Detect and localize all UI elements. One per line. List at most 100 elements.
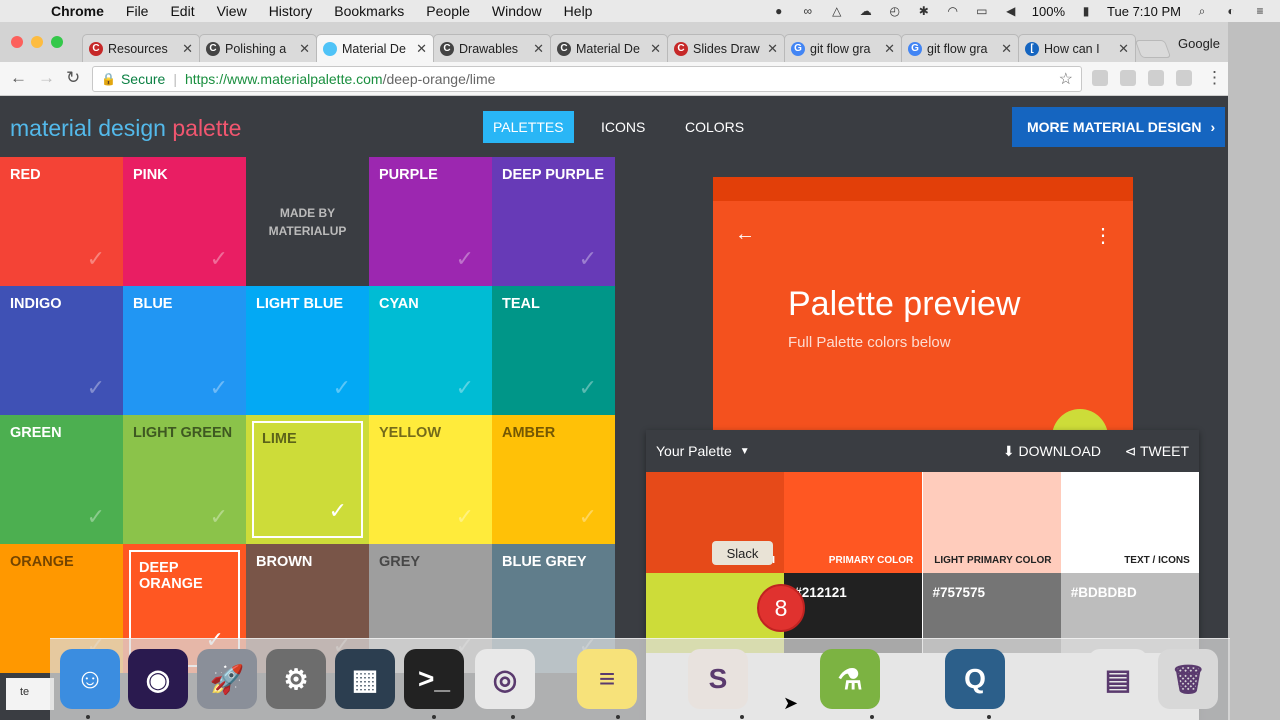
dock-terminal-icon[interactable]: >_ <box>404 649 464 709</box>
nav-palettes[interactable]: PALETTES <box>483 111 574 143</box>
chrome-menu-icon[interactable]: ⋮ <box>1206 68 1223 88</box>
dock-mission-control-icon[interactable]: ▦ <box>335 649 395 709</box>
menu-edit[interactable]: Edit <box>159 3 205 19</box>
bookmark-star-icon[interactable]: ☆ <box>1059 69 1073 89</box>
browser-tab[interactable]: C Drawables ✕ <box>433 34 551 62</box>
site-logo[interactable]: material design palette <box>10 115 241 142</box>
menu-bookmarks[interactable]: Bookmarks <box>323 3 415 19</box>
clock[interactable]: Tue 7:10 PM <box>1107 4 1181 19</box>
zoom-window-icon[interactable] <box>51 36 63 48</box>
close-window-icon[interactable] <box>11 36 23 48</box>
tab-close-icon[interactable]: ✕ <box>299 41 310 57</box>
record-icon[interactable]: ● <box>771 4 787 18</box>
menu-file[interactable]: File <box>115 3 160 19</box>
cloud-icon[interactable]: ☁ <box>858 4 874 18</box>
color-swatch-made-by-materialup[interactable]: MADE BY MATERIALUP <box>246 157 369 286</box>
browser-tab[interactable]: Material De ✕ <box>316 34 434 62</box>
browser-tab[interactable]: C Slides Draw ✕ <box>667 34 785 62</box>
color-swatch-green[interactable]: GREEN ✓ <box>0 415 123 544</box>
dock-slack-icon[interactable]: S <box>688 649 748 709</box>
tab-close-icon[interactable]: ✕ <box>1118 41 1129 57</box>
color-swatch-lime[interactable]: LIME ✓ <box>246 415 369 544</box>
new-tab-button[interactable] <box>1134 40 1172 58</box>
dock-siri-icon[interactable]: ◉ <box>128 649 188 709</box>
bluetooth-icon[interactable]: ✱ <box>916 4 932 18</box>
menu-view[interactable]: View <box>206 3 258 19</box>
color-swatch-blue[interactable]: BLUE ✓ <box>123 286 246 415</box>
color-swatch-purple[interactable]: PURPLE ✓ <box>369 157 492 286</box>
browser-tab[interactable]: Ggit flow gra ✕ <box>901 34 1019 62</box>
dock-notes-icon[interactable]: ≡ <box>577 649 637 709</box>
time-machine-icon[interactable]: ◴ <box>887 4 903 18</box>
tab-close-icon[interactable]: ✕ <box>650 41 661 57</box>
menu-history[interactable]: History <box>258 3 324 19</box>
menu-people[interactable]: People <box>415 3 481 19</box>
forward-icon[interactable]: → <box>38 68 55 88</box>
status-area: ● ∞ △ ☁ ◴ ✱ ◠ ▭ ◀ 100% ▮ Tue 7:10 PM ⌕ ◐… <box>771 0 1268 22</box>
color-swatch-amber[interactable]: AMBER ✓ <box>492 415 615 544</box>
tab-close-icon[interactable]: ✕ <box>416 41 427 57</box>
palette-role-cell[interactable]: TEXT / ICONS <box>1060 472 1199 573</box>
nav-colors[interactable]: COLORS <box>675 111 754 143</box>
menu-help[interactable]: Help <box>553 3 604 19</box>
chevron-down-icon[interactable]: ▼ <box>740 446 750 457</box>
browser-tab[interactable]: Ggit flow gra ✕ <box>784 34 902 62</box>
menu-app-name[interactable]: Chrome <box>40 3 115 19</box>
swatch-label: DEEP PURPLE <box>502 167 605 183</box>
minimize-window-icon[interactable] <box>31 36 43 48</box>
color-swatch-pink[interactable]: PINK ✓ <box>123 157 246 286</box>
dock-trash-icon[interactable]: 🗑 <box>1158 649 1218 709</box>
battery-icon[interactable]: ▮ <box>1078 4 1094 18</box>
address-bar[interactable]: 🔒 Secure | https://www.materialpalette.c… <box>92 66 1082 92</box>
airplay-icon[interactable]: ▭ <box>974 4 990 18</box>
notification-center-icon[interactable]: ≡ <box>1252 4 1268 18</box>
tab-label: Drawables <box>459 41 519 56</box>
more-material-design-button[interactable]: MORE MATERIAL DESIGN › <box>1012 107 1225 147</box>
dock-android-studio-icon[interactable]: ⚗ <box>820 649 880 709</box>
color-swatch-teal[interactable]: TEAL ✓ <box>492 286 615 415</box>
nav-icons[interactable]: ICONS <box>591 111 655 143</box>
menu-window[interactable]: Window <box>481 3 553 19</box>
dock-quicktime-icon[interactable]: Q <box>945 649 1005 709</box>
tab-close-icon[interactable]: ✕ <box>884 41 895 57</box>
wifi-icon[interactable]: ◠ <box>945 4 961 18</box>
spotlight-icon[interactable]: ⌕ <box>1194 4 1210 18</box>
extension-grid-icon[interactable] <box>1120 70 1136 86</box>
color-swatch-red[interactable]: RED ✓ <box>0 157 123 286</box>
color-swatch-light-blue[interactable]: LIGHT BLUE ✓ <box>246 286 369 415</box>
browser-tab[interactable]: C Polishing a ✕ <box>199 34 317 62</box>
tab-close-icon[interactable]: ✕ <box>533 41 544 57</box>
color-swatch-yellow[interactable]: YELLOW ✓ <box>369 415 492 544</box>
browser-tab[interactable]: C Material De ✕ <box>550 34 668 62</box>
profile-button[interactable]: Google <box>1178 36 1220 51</box>
cast-icon[interactable] <box>1148 70 1164 86</box>
extension-cloud-icon[interactable] <box>1092 70 1108 86</box>
color-swatch-indigo[interactable]: INDIGO ✓ <box>0 286 123 415</box>
color-swatch-deep-purple[interactable]: DEEP PURPLE ✓ <box>492 157 615 286</box>
dock-chrome-icon[interactable]: ◎ <box>475 649 535 709</box>
extension-sync-icon[interactable] <box>1176 70 1192 86</box>
tweet-button[interactable]: ⊲ TWEET <box>1125 443 1189 460</box>
browser-tab[interactable]: C Resources ✕ <box>82 34 200 62</box>
volume-icon[interactable]: ◀ <box>1003 4 1019 18</box>
your-palette-title[interactable]: Your Palette <box>656 443 732 459</box>
creative-cloud-icon[interactable]: ∞ <box>800 4 816 18</box>
browser-tab[interactable]: [How can I ✕ <box>1018 34 1136 62</box>
palette-role-cell[interactable]: LIGHT PRIMARY COLOR <box>922 472 1061 573</box>
drive-icon[interactable]: △ <box>829 4 845 18</box>
check-icon: ✓ <box>86 375 105 400</box>
color-swatch-light-green[interactable]: LIGHT GREEN ✓ <box>123 415 246 544</box>
tab-close-icon[interactable]: ✕ <box>1001 41 1012 57</box>
tab-close-icon[interactable]: ✕ <box>767 41 778 57</box>
download-button[interactable]: ⬇ DOWNLOAD <box>1003 443 1101 460</box>
dock-launchpad-icon[interactable]: 🚀 <box>197 649 257 709</box>
dock-csv-file-icon[interactable]: ▤ <box>1088 649 1148 709</box>
dock-system-preferences-icon[interactable]: ⚙ <box>266 649 326 709</box>
user-avatar-icon[interactable]: ◐ <box>1223 4 1239 18</box>
reload-icon[interactable]: ↻ <box>66 68 80 88</box>
dock-finder-icon[interactable]: ☺ <box>60 649 120 709</box>
back-icon[interactable]: ← <box>10 68 27 88</box>
palette-role-cell[interactable]: PRIMARY COLOR <box>784 472 923 573</box>
tab-close-icon[interactable]: ✕ <box>182 41 193 57</box>
color-swatch-cyan[interactable]: CYAN ✓ <box>369 286 492 415</box>
